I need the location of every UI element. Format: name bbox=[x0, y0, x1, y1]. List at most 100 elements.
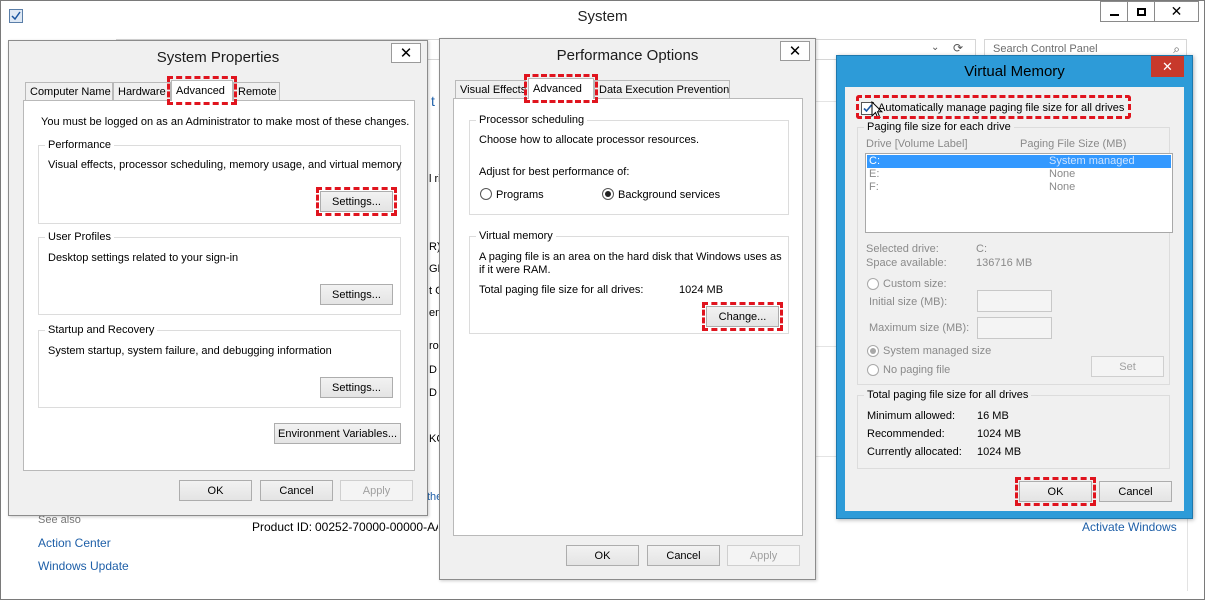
startup-recovery-desc: System startup, system failure, and debu… bbox=[48, 345, 332, 357]
maximum-size-label: Maximum size (MB): bbox=[869, 322, 970, 334]
system-titlebar: System ✕ bbox=[1, 1, 1204, 31]
auto-manage-label[interactable]: Automatically manage paging file size fo… bbox=[878, 102, 1124, 114]
recommended-label: Recommended: bbox=[867, 428, 945, 440]
processor-scheduling-title: Processor scheduling bbox=[476, 114, 588, 126]
product-id-value: 00252-70000-00000-AA7 bbox=[315, 520, 438, 534]
drive-size: None bbox=[1049, 168, 1076, 180]
search-placeholder: Search Control Panel bbox=[993, 43, 1098, 55]
selected-drive-value: C: bbox=[976, 243, 987, 255]
cancel-button[interactable]: Cancel bbox=[1099, 481, 1172, 502]
system-managed-radio[interactable] bbox=[867, 345, 879, 357]
action-center-link[interactable]: Action Center bbox=[38, 536, 111, 550]
tab-hardware[interactable]: Hardware bbox=[113, 82, 171, 101]
drive-letter: E: bbox=[869, 168, 880, 180]
vm-total-value: 1024 MB bbox=[679, 284, 724, 296]
total-group-title: Total paging file size for all drives bbox=[864, 389, 1032, 401]
apply-button[interactable]: Apply bbox=[340, 480, 413, 501]
dialog-title: Performance Options bbox=[556, 47, 699, 64]
drive-letter: C: bbox=[869, 155, 880, 167]
ok-button[interactable]: OK bbox=[1015, 477, 1096, 506]
dialog-close-button[interactable]: ✕ bbox=[391, 43, 421, 63]
column-header-drive: Drive [Volume Label] bbox=[866, 138, 968, 150]
drive-size: System managed bbox=[1049, 155, 1135, 167]
virtual-memory-title: Virtual memory bbox=[476, 230, 556, 242]
total-paging-group: Total paging file size for all drives Mi… bbox=[857, 389, 1170, 469]
environment-variables-button[interactable]: Environment Variables... bbox=[274, 423, 401, 444]
cancel-button[interactable]: Cancel bbox=[260, 480, 333, 501]
ok-button[interactable]: OK bbox=[566, 545, 639, 566]
minimum-allowed-value: 16 MB bbox=[977, 410, 1009, 422]
activate-windows-link[interactable]: Activate Windows bbox=[1082, 520, 1177, 534]
startup-settings-button[interactable]: Settings... bbox=[320, 377, 393, 398]
adjust-label: Adjust for best performance of: bbox=[479, 166, 630, 178]
user-profiles-settings-button[interactable]: Settings... bbox=[320, 284, 393, 305]
tab-remote[interactable]: Remote bbox=[233, 82, 280, 101]
tab-data-execution-prevention[interactable]: Data Execution Prevention bbox=[594, 80, 730, 99]
no-paging-label[interactable]: No paging file bbox=[883, 364, 950, 376]
dialog-title: Virtual Memory bbox=[964, 63, 1065, 80]
admin-note: You must be logged on as an Administrato… bbox=[41, 116, 410, 128]
performance-group-title: Performance bbox=[45, 139, 114, 151]
tab-advanced[interactable]: Advanced bbox=[167, 76, 237, 105]
dialog-close-button[interactable]: ✕ bbox=[780, 41, 810, 61]
address-dropdown-icon[interactable]: ⌄ bbox=[931, 42, 939, 53]
custom-size-label[interactable]: Custom size: bbox=[883, 278, 947, 290]
performance-desc: Visual effects, processor scheduling, me… bbox=[48, 159, 402, 171]
tab-advanced[interactable]: Advanced bbox=[524, 74, 598, 103]
programs-label[interactable]: Programs bbox=[496, 189, 544, 201]
dialog-close-button[interactable]: ✕ bbox=[1151, 56, 1184, 77]
maximize-button[interactable] bbox=[1127, 1, 1155, 22]
paging-group-title: Paging file size for each drive bbox=[864, 121, 1014, 133]
drive-list[interactable]: C: System managed E: None F: None bbox=[865, 153, 1173, 233]
processor-scheduling-group: Processor scheduling Choose how to alloc… bbox=[469, 114, 789, 215]
vm-desc-line1: A paging file is an area on the hard dis… bbox=[479, 251, 782, 263]
programs-radio[interactable] bbox=[480, 188, 492, 200]
currently-allocated-value: 1024 MB bbox=[977, 446, 1022, 458]
partial-text: ro bbox=[429, 340, 439, 352]
minimum-allowed-label: Minimum allowed: bbox=[867, 410, 956, 422]
background-services-label[interactable]: Background services bbox=[618, 189, 720, 201]
windows-update-link[interactable]: Windows Update bbox=[38, 559, 129, 573]
tab-panel: You must be logged on as an Administrato… bbox=[23, 100, 415, 471]
product-id-label: Product ID: bbox=[252, 520, 313, 534]
dialog-title: System Properties bbox=[156, 49, 280, 66]
performance-group: Performance Visual effects, processor sc… bbox=[38, 139, 402, 224]
system-window-title: System bbox=[577, 8, 628, 25]
dialog-body: Automatically manage paging file size fo… bbox=[845, 87, 1184, 511]
system-properties-dialog: System Properties ✕ Computer Name Hardwa… bbox=[8, 40, 428, 516]
startup-recovery-group-title: Startup and Recovery bbox=[45, 324, 158, 336]
vm-desc-line2: if it were RAM. bbox=[479, 264, 551, 276]
maximum-size-input[interactable] bbox=[977, 317, 1052, 339]
partial-text: D bbox=[429, 364, 437, 376]
space-available-label: Space available: bbox=[866, 257, 947, 269]
tab-visual-effects[interactable]: Visual Effects bbox=[455, 80, 526, 99]
set-button[interactable]: Set bbox=[1091, 356, 1164, 377]
system-managed-label[interactable]: System managed size bbox=[883, 345, 991, 357]
initial-size-input[interactable] bbox=[977, 290, 1052, 312]
drive-size: None bbox=[1049, 181, 1076, 193]
virtual-memory-dialog: Virtual Memory ✕ Automatically manage pa… bbox=[836, 55, 1193, 519]
selected-drive-label: Selected drive: bbox=[866, 243, 939, 255]
user-profiles-group: User Profiles Desktop settings related t… bbox=[38, 231, 401, 315]
virtual-memory-group: Virtual memory A paging file is an area … bbox=[469, 230, 789, 334]
column-header-size: Paging File Size (MB) bbox=[1020, 138, 1127, 150]
custom-size-radio[interactable] bbox=[867, 278, 879, 290]
performance-options-dialog: Performance Options ✕ Visual Effects Adv… bbox=[439, 38, 816, 580]
background-services-radio[interactable] bbox=[602, 188, 614, 200]
initial-size-label: Initial size (MB): bbox=[869, 296, 948, 308]
change-button[interactable]: Change... bbox=[702, 302, 783, 331]
ok-button[interactable]: OK bbox=[179, 480, 252, 501]
no-paging-radio[interactable] bbox=[867, 364, 879, 376]
close-button[interactable]: ✕ bbox=[1154, 1, 1199, 22]
minimize-button[interactable] bbox=[1100, 1, 1128, 22]
apply-button[interactable]: Apply bbox=[727, 545, 800, 566]
partial-text: t bbox=[431, 93, 435, 109]
drive-letter: F: bbox=[869, 181, 879, 193]
cancel-button[interactable]: Cancel bbox=[647, 545, 720, 566]
tab-computer-name[interactable]: Computer Name bbox=[25, 82, 113, 101]
paging-file-group: Paging file size for each drive Drive [V… bbox=[857, 121, 1173, 385]
performance-settings-button[interactable]: Settings... bbox=[316, 187, 397, 216]
refresh-icon[interactable]: ⟳ bbox=[953, 41, 963, 55]
tab-panel: Processor scheduling Choose how to alloc… bbox=[453, 98, 803, 536]
vm-total-label: Total paging file size for all drives: bbox=[479, 284, 644, 296]
